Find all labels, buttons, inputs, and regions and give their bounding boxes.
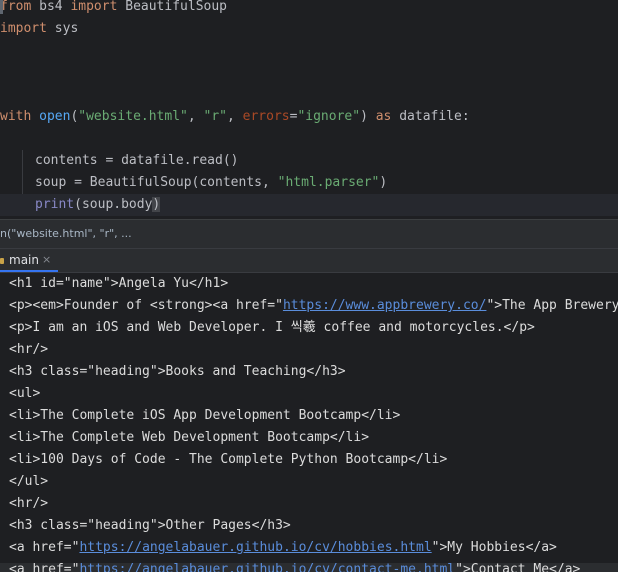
output-text: ">Contact Me</a> bbox=[455, 562, 581, 572]
code-text: sys bbox=[46, 21, 79, 36]
console-line: <p><em>Founder of <strong><a href="https… bbox=[9, 295, 618, 317]
code-text: bs4 bbox=[31, 0, 71, 14]
output-text: <a href=" bbox=[9, 562, 80, 572]
output-text: <p>I am an iOS and Web Developer. I 씩羲 c… bbox=[9, 320, 535, 335]
python-file-icon bbox=[0, 258, 4, 264]
code-line-7[interactable]: contents = datafile.read() bbox=[0, 150, 618, 172]
console-line: </ul> bbox=[9, 471, 48, 493]
keyword: as bbox=[375, 109, 392, 124]
code-text: ) bbox=[379, 175, 388, 190]
code-text: , bbox=[187, 109, 204, 124]
code-text: contents = datafile.read() bbox=[35, 153, 239, 168]
breadcrumb-item[interactable]: n("website.html", "r", ... bbox=[0, 227, 132, 240]
breadcrumb[interactable]: n("website.html", "r", ... bbox=[0, 219, 618, 249]
output-text: <p><em>Founder of <strong><a href=" bbox=[9, 298, 283, 313]
output-text: <li>The Complete iOS App Development Boo… bbox=[9, 408, 401, 423]
output-text: <a href=" bbox=[9, 540, 80, 555]
string-literal: "html.parser" bbox=[277, 175, 380, 190]
code-line-8[interactable]: soup = BeautifulSoup(contents, "html.par… bbox=[0, 172, 618, 194]
console-line: <h3 class="heading">Other Pages</h3> bbox=[9, 515, 291, 537]
output-text: <h1 id="name">Angela Yu</h1> bbox=[9, 276, 229, 291]
output-text: <hr/> bbox=[9, 342, 49, 357]
builtin-print: print bbox=[35, 197, 75, 212]
output-text: ">My Hobbies</a> bbox=[431, 540, 557, 555]
code-line-9-current[interactable]: print(soup.body) bbox=[0, 194, 618, 216]
code-text: (soup.body bbox=[74, 197, 153, 212]
output-link[interactable]: https://www.appbrewery.co/ bbox=[283, 298, 487, 313]
console-line: <hr/> bbox=[9, 339, 48, 361]
run-tool-window-tabs: main × bbox=[0, 249, 618, 273]
output-text: <ul> bbox=[9, 386, 41, 401]
keyword: import bbox=[0, 21, 47, 36]
keyword: import bbox=[70, 0, 118, 14]
output-text: </ul> bbox=[9, 474, 49, 489]
console-line: <li>The Complete Web Development Bootcam… bbox=[9, 427, 369, 449]
output-text: <li>100 Days of Code - The Complete Pyth… bbox=[9, 452, 448, 467]
output-text: <h3 class="heading">Books and Teaching</… bbox=[9, 364, 346, 379]
output-text: <h3 class="heading">Other Pages</h3> bbox=[9, 518, 291, 533]
console-line: <hr/> bbox=[9, 493, 48, 515]
code-text: , bbox=[227, 109, 243, 124]
matched-paren: ) bbox=[152, 197, 161, 212]
console-line: <li>The Complete iOS App Development Boo… bbox=[9, 405, 400, 427]
console-line: <p>I am an iOS and Web Developer. I 씩羲 c… bbox=[9, 317, 535, 339]
output-text: ">The App Brewery bbox=[486, 298, 618, 313]
code-text: datafile: bbox=[391, 109, 470, 124]
tab-label: main bbox=[9, 253, 39, 267]
output-link[interactable]: https://angelabauer.github.io/cv/contact… bbox=[79, 562, 455, 572]
code-editor[interactable]: from bs4 import BeautifulSoup import sys… bbox=[0, 0, 618, 219]
string-literal: "ignore" bbox=[297, 109, 361, 124]
code-text: ) bbox=[360, 109, 376, 124]
close-icon[interactable]: × bbox=[42, 249, 51, 271]
code-text: BeautifulSoup bbox=[117, 0, 227, 14]
output-text: <hr/> bbox=[9, 496, 49, 511]
string-literal: "r" bbox=[203, 109, 227, 124]
console-line: <a href="https://angelabauer.github.io/c… bbox=[9, 559, 580, 572]
console-line: <h3 class="heading">Books and Teaching</… bbox=[9, 361, 346, 383]
console-line: <li>100 Days of Code - The Complete Pyth… bbox=[9, 449, 447, 471]
console-line: <ul> bbox=[9, 383, 40, 405]
console-line: <h1 id="name">Angela Yu</h1> bbox=[9, 273, 228, 295]
tab-main[interactable]: main × bbox=[0, 249, 58, 272]
output-text: <li>The Complete Web Development Bootcam… bbox=[9, 430, 370, 445]
named-parameter: errors bbox=[242, 109, 290, 124]
keyword: from bbox=[0, 0, 32, 14]
gutter-fold-marker bbox=[0, 0, 3, 14]
code-line-1[interactable]: from bs4 import BeautifulSoup bbox=[0, 0, 618, 18]
builtin-function: open bbox=[39, 109, 71, 124]
keyword: with bbox=[0, 109, 32, 124]
run-console-output[interactable]: <h1 id="name">Angela Yu</h1> <p><em>Foun… bbox=[0, 273, 618, 572]
code-text: soup = BeautifulSoup(contents, bbox=[35, 175, 278, 190]
string-literal: "website.html" bbox=[78, 109, 188, 124]
code-line-2[interactable]: import sys bbox=[0, 18, 618, 40]
console-line: <a href="https://angelabauer.github.io/c… bbox=[9, 537, 557, 559]
output-link[interactable]: https://angelabauer.github.io/cv/hobbies… bbox=[79, 540, 431, 555]
code-line-5[interactable]: with open("website.html", "r", errors="i… bbox=[0, 106, 618, 128]
